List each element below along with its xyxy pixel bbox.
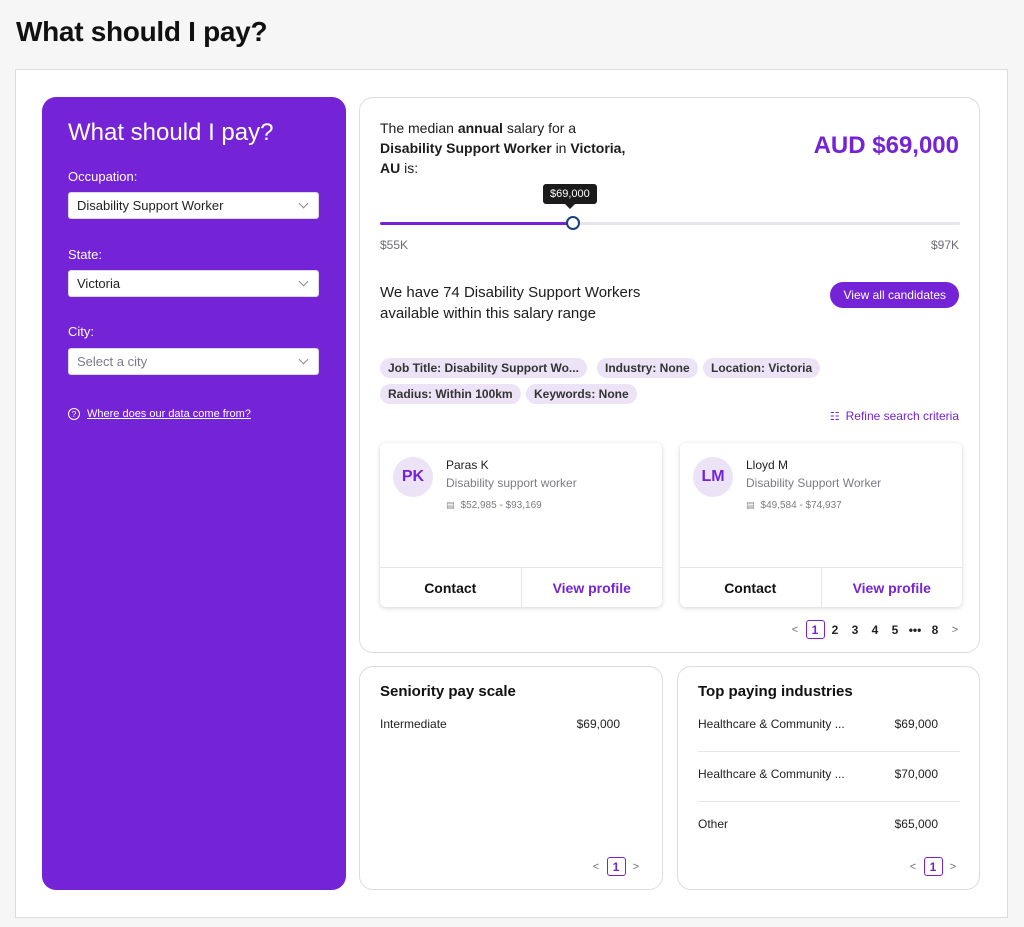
industry-row: Other $65,000 bbox=[698, 817, 938, 831]
pagination-page[interactable]: 5 bbox=[886, 620, 905, 639]
candidate-salary-range-value: $52,985 - $93,169 bbox=[460, 500, 542, 511]
median-intro: The median bbox=[380, 120, 454, 136]
money-icon: ▤ bbox=[446, 500, 455, 510]
median-salary-value: AUD $69,000 bbox=[813, 132, 959, 159]
industries-card: Top paying industries Healthcare & Commu… bbox=[677, 666, 980, 890]
refine-search-link[interactable]: ☷ Refine search criteria bbox=[830, 409, 959, 423]
median-is: is: bbox=[404, 160, 419, 176]
data-source-link-row: ? Where does our data come from? bbox=[68, 408, 251, 420]
seniority-row: Intermediate $69,000 bbox=[380, 717, 620, 731]
median-description: The median annual salary for a Disabilit… bbox=[380, 118, 640, 178]
pagination-prev[interactable]: < bbox=[786, 620, 805, 639]
state-label: State: bbox=[68, 247, 102, 262]
pagination-next[interactable]: > bbox=[627, 857, 646, 876]
median-in: in bbox=[555, 140, 567, 156]
pagination-page[interactable]: 1 bbox=[923, 857, 943, 876]
candidate-card: LM Lloyd M Disability Support Worker ▤ $… bbox=[680, 443, 962, 607]
divider bbox=[698, 801, 960, 802]
occupation-select-value: Disability Support Worker bbox=[77, 198, 224, 213]
availability-text: We have 74 Disability Support Workers av… bbox=[380, 284, 641, 322]
divider bbox=[698, 751, 960, 752]
pagination-page[interactable]: 1 bbox=[606, 857, 626, 876]
industry-row: Healthcare & Community ... $69,000 bbox=[698, 717, 938, 731]
filter-panel: What should I pay? Occupation: Disabilit… bbox=[42, 97, 346, 890]
contact-button[interactable]: Contact bbox=[380, 568, 522, 607]
median-occupation: Disability Support Worker bbox=[380, 140, 552, 156]
page-title: What should I pay? bbox=[16, 16, 268, 47]
refine-search-label: Refine search criteria bbox=[845, 409, 959, 423]
pagination-page[interactable]: 3 bbox=[846, 620, 865, 639]
candidate-name: Paras K bbox=[446, 458, 489, 472]
candidate-actions: Contact View profile bbox=[380, 567, 662, 607]
candidate-title: Disability Support Worker bbox=[746, 476, 882, 490]
salary-range-fill bbox=[380, 222, 573, 225]
chip-industry: Industry: None bbox=[597, 358, 698, 378]
avatar: PK bbox=[393, 457, 433, 497]
candidate-salary-range-value: $49,584 - $74,937 bbox=[760, 500, 842, 511]
occupation-label: Occupation: bbox=[68, 169, 138, 184]
industry-pay: $65,000 bbox=[894, 817, 938, 831]
salary-slider-thumb[interactable] bbox=[566, 216, 580, 230]
seniority-card: Seniority pay scale Intermediate $69,000… bbox=[359, 666, 663, 890]
chip-radius: Radius: Within 100km bbox=[380, 384, 521, 404]
candidate-pagination: < 1 2 3 4 5 ••• 8 > bbox=[785, 620, 965, 639]
state-select[interactable]: Victoria bbox=[68, 270, 319, 297]
candidate-salary-range: ▤ $52,985 - $93,169 bbox=[446, 500, 542, 511]
salary-range-min: $55K bbox=[380, 238, 409, 252]
seniority-title: Seniority pay scale bbox=[380, 683, 516, 700]
pagination-ellipsis: ••• bbox=[908, 622, 922, 637]
pagination-prev[interactable]: < bbox=[904, 857, 923, 876]
industries-pagination: < 1 > bbox=[903, 857, 963, 876]
chevron-down-icon bbox=[298, 198, 309, 209]
industry-name: Healthcare & Community ... bbox=[698, 767, 845, 781]
city-select[interactable]: Select a city bbox=[68, 348, 319, 375]
question-circle-icon: ? bbox=[68, 408, 80, 420]
chevron-down-icon bbox=[298, 354, 309, 365]
sliders-icon: ☷ bbox=[829, 410, 840, 423]
median-period: annual bbox=[457, 120, 503, 136]
candidate-name: Lloyd M bbox=[746, 458, 789, 472]
salary-tooltip: $69,000 bbox=[543, 184, 597, 209]
seniority-pay: $69,000 bbox=[576, 717, 620, 731]
pagination-next[interactable]: > bbox=[946, 620, 965, 639]
chip-location: Location: Victoria bbox=[703, 358, 821, 378]
state-select-value: Victoria bbox=[77, 276, 121, 291]
city-select-placeholder: Select a city bbox=[77, 354, 148, 369]
industry-pay: $70,000 bbox=[894, 767, 938, 781]
contact-button[interactable]: Contact bbox=[680, 568, 822, 607]
median-intro-2: salary for a bbox=[506, 120, 577, 136]
industry-row: Healthcare & Community ... $70,000 bbox=[698, 767, 938, 781]
filter-panel-title: What should I pay? bbox=[68, 119, 274, 146]
chip-keywords: Keywords: None bbox=[526, 384, 637, 404]
salary-range-slider[interactable] bbox=[380, 216, 960, 230]
chevron-down-icon bbox=[298, 276, 309, 287]
seniority-level: Intermediate bbox=[380, 717, 447, 731]
view-profile-button[interactable]: View profile bbox=[822, 568, 963, 607]
pagination-page[interactable]: 4 bbox=[866, 620, 885, 639]
pagination-prev[interactable]: < bbox=[587, 857, 606, 876]
view-profile-button[interactable]: View profile bbox=[522, 568, 663, 607]
industries-title: Top paying industries bbox=[698, 683, 853, 700]
pagination-page[interactable]: 2 bbox=[826, 620, 845, 639]
money-icon: ▤ bbox=[746, 500, 755, 510]
candidate-card: PK Paras K Disability support worker ▤ $… bbox=[380, 443, 662, 607]
pagination-page[interactable]: 1 bbox=[805, 620, 825, 639]
data-source-link[interactable]: Where does our data come from? bbox=[87, 408, 251, 420]
pagination-next[interactable]: > bbox=[944, 857, 963, 876]
salary-range-max: $97K bbox=[930, 238, 959, 252]
candidate-actions: Contact View profile bbox=[680, 567, 962, 607]
industry-name: Other bbox=[698, 817, 729, 831]
industry-name: Healthcare & Community ... bbox=[698, 717, 845, 731]
candidate-title: Disability support worker bbox=[446, 476, 577, 490]
salary-card: The median annual salary for a Disabilit… bbox=[359, 97, 980, 653]
candidate-salary-range: ▤ $49,584 - $74,937 bbox=[746, 500, 842, 511]
industry-pay: $69,000 bbox=[894, 717, 938, 731]
view-all-candidates-button[interactable]: View all candidates bbox=[830, 282, 959, 308]
occupation-select[interactable]: Disability Support Worker bbox=[68, 192, 319, 219]
avatar: LM bbox=[693, 457, 733, 497]
pagination-page[interactable]: 8 bbox=[926, 620, 945, 639]
seniority-pagination: < 1 > bbox=[586, 857, 646, 876]
city-label: City: bbox=[68, 324, 94, 339]
chip-job-title: Job Title: Disability Support Wo... bbox=[380, 358, 587, 378]
